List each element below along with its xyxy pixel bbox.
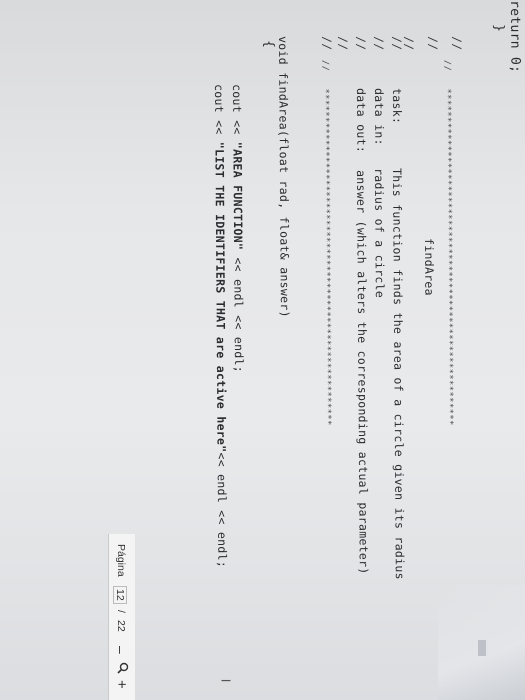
- code-close-brace: }: [491, 24, 507, 33]
- text-cursor-icon: I: [218, 678, 234, 683]
- comment-marker: //: [426, 36, 441, 51]
- function-heading: findArea: [422, 238, 437, 296]
- zoom-in-button[interactable]: +: [113, 680, 130, 689]
- screen-reflection: [478, 640, 486, 656]
- data-out-text: answer (which alters the corresponding a…: [354, 170, 371, 575]
- total-pages: 22: [115, 620, 127, 632]
- task-text: This function finds the area of a circle…: [390, 168, 407, 580]
- comment-stars-bottom: // *************************************…: [320, 60, 333, 426]
- cout-line-2: cout << "LIST THE IDENTIFIERS THAT are a…: [212, 84, 230, 569]
- data-out-label: data out:: [354, 88, 369, 154]
- open-brace: {: [261, 40, 277, 49]
- comment-stars-top: // *************************************…: [442, 60, 455, 426]
- comment-marker: //: [320, 36, 335, 51]
- cout-line-1: cout << "AREA FUNCTION" << endl << endl;: [230, 84, 247, 374]
- comment-marker: //: [402, 36, 417, 51]
- function-signature: void findArea(float rad, float& answer): [276, 36, 292, 318]
- zoom-out-button[interactable]: –: [113, 646, 129, 654]
- comment-marker: //: [354, 36, 369, 51]
- magnifier-icon[interactable]: [114, 662, 129, 674]
- comment-marker: //: [390, 36, 405, 51]
- pdf-page-toolbar: Página 12 / 22 – +: [108, 534, 135, 700]
- comment-marker: //: [336, 36, 351, 51]
- page-separator: /: [115, 610, 127, 613]
- comment-marker: //: [372, 36, 387, 51]
- code-line-return: return 0;: [507, 0, 523, 74]
- data-in-text: radius of a circle: [372, 168, 387, 299]
- task-label: task:: [390, 88, 405, 125]
- data-in-label: data in:: [372, 88, 387, 146]
- current-page-input[interactable]: 12: [113, 586, 127, 604]
- page-label: Página: [115, 544, 127, 577]
- comment-marker: //: [450, 36, 465, 51]
